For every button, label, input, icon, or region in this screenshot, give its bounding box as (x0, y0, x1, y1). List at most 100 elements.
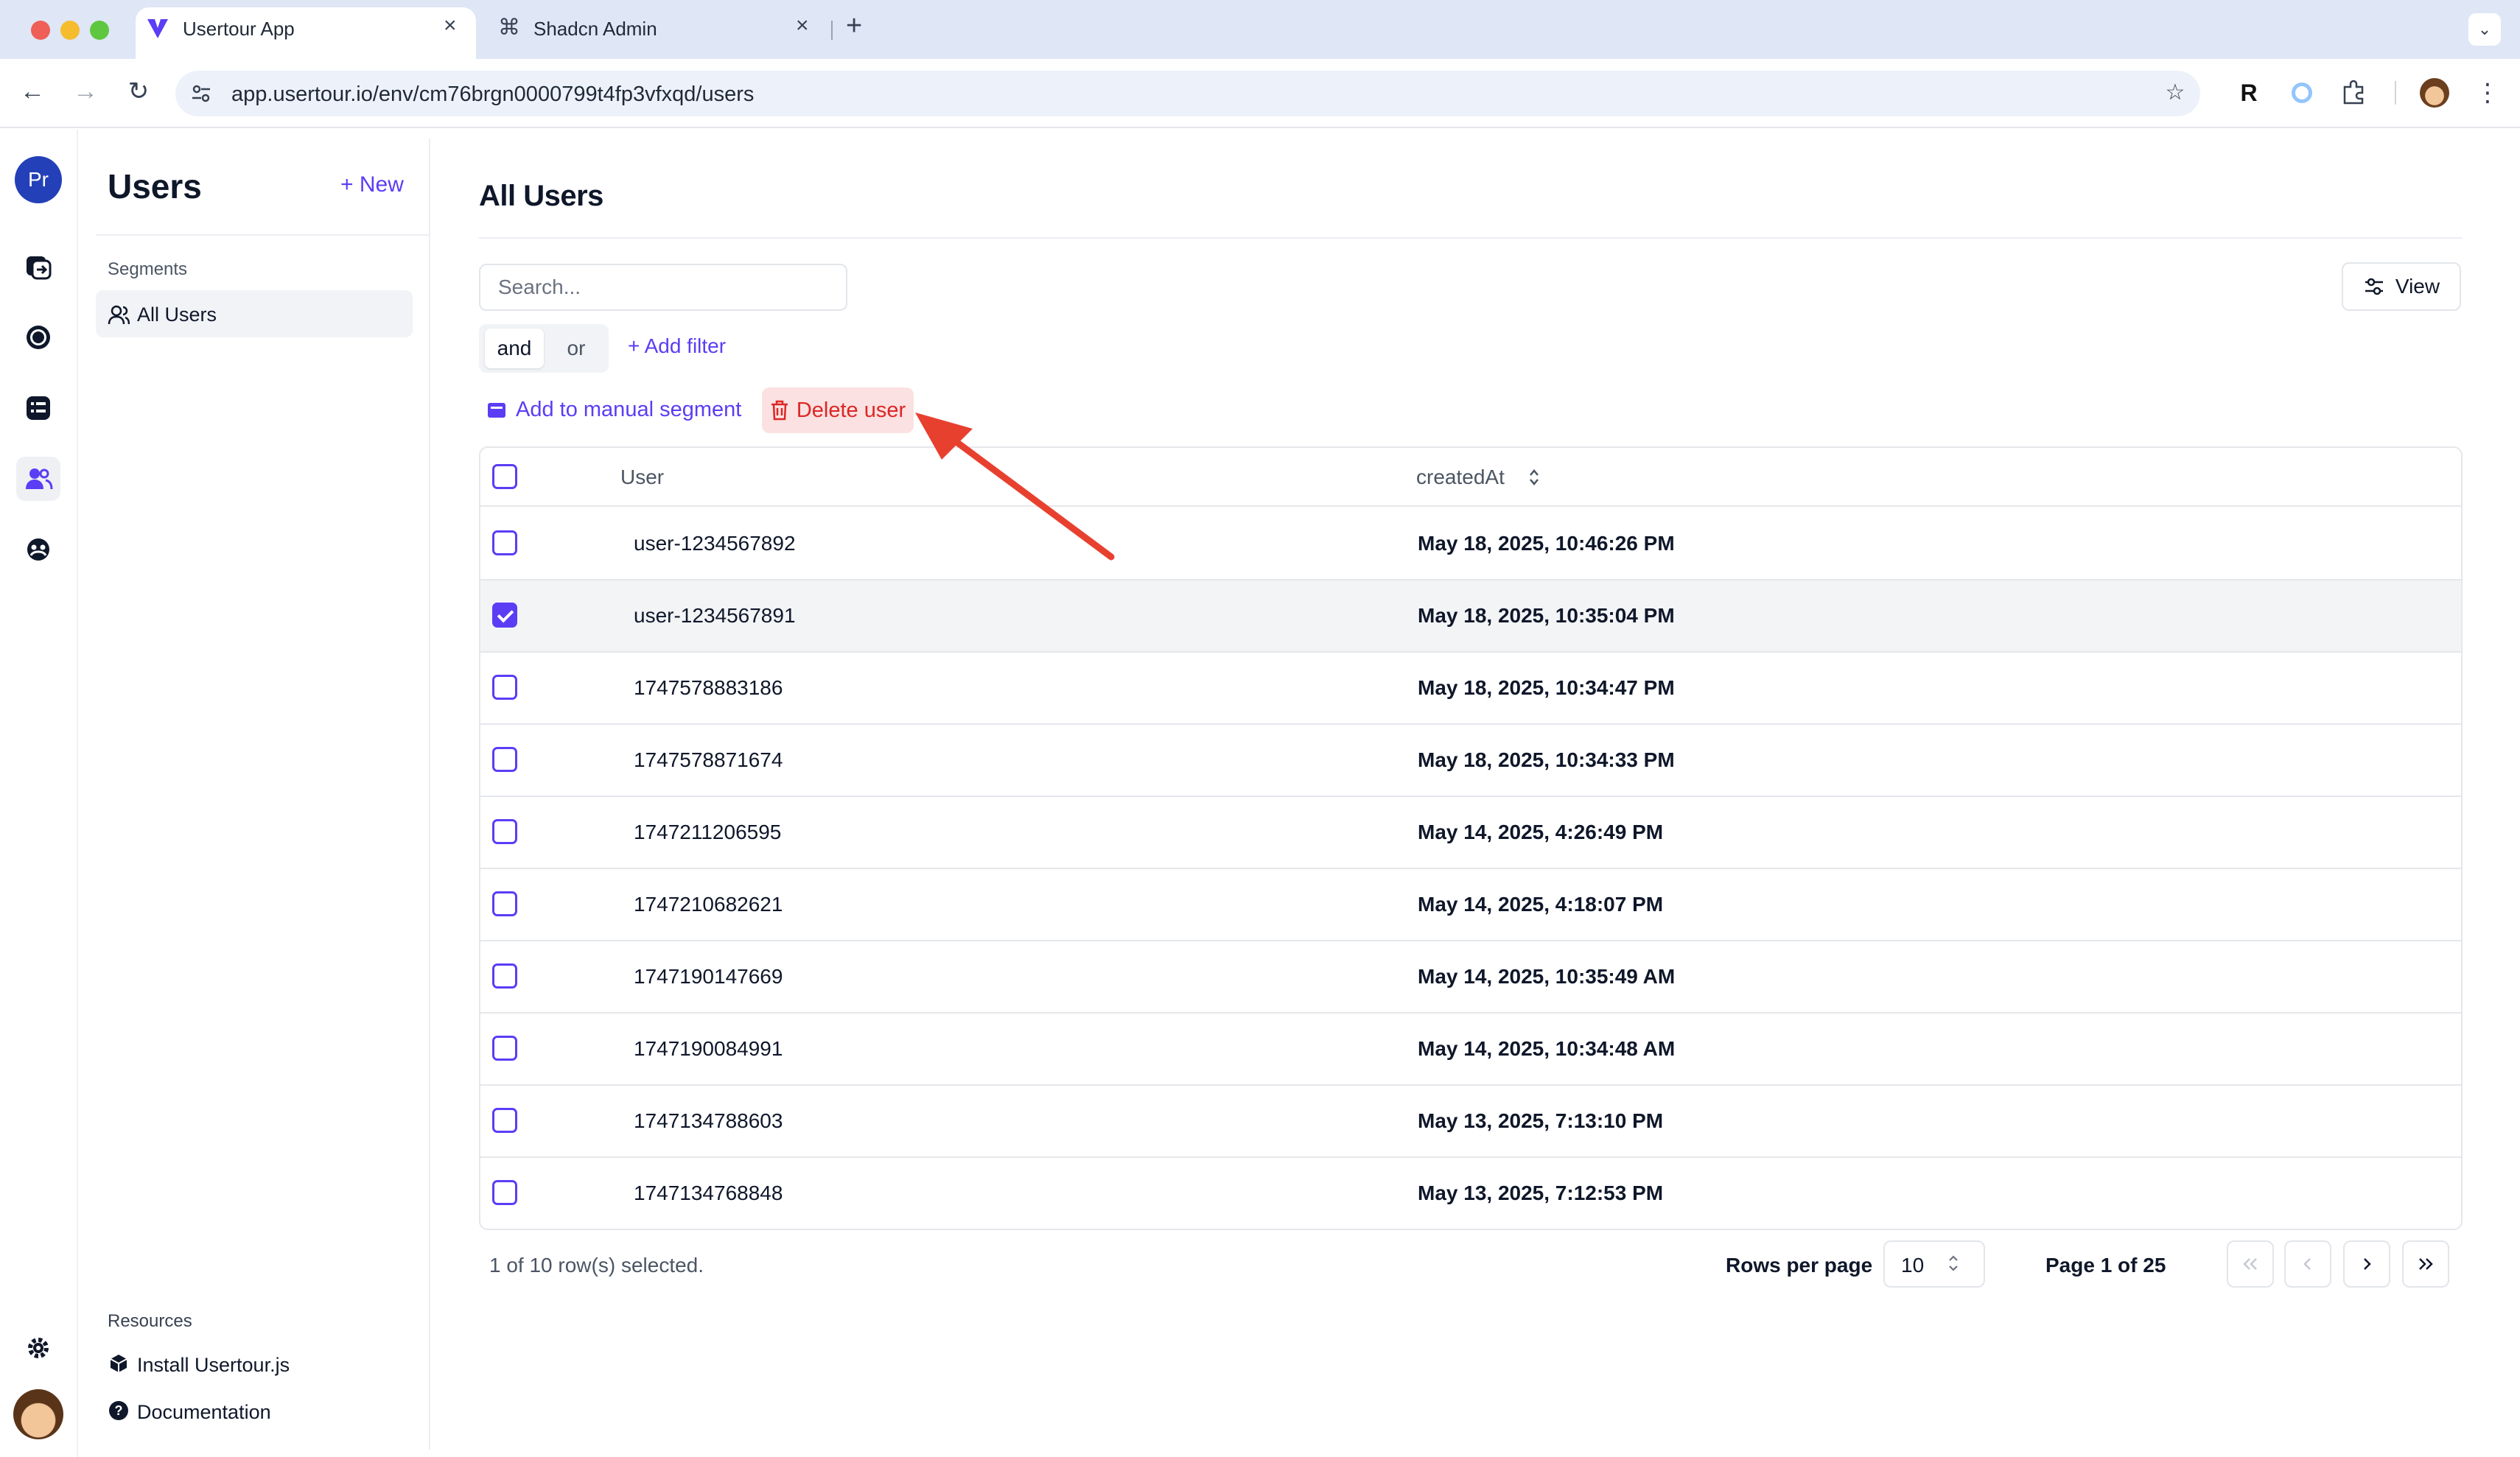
resources-heading: Resources (108, 1311, 192, 1331)
checklist-icon (27, 396, 50, 420)
rail-checklists-button[interactable] (16, 386, 60, 430)
table-row[interactable]: 1747210682621 May 14, 2025, 4:18:07 PM (480, 869, 2461, 941)
cell-user-id[interactable]: 1747210682621 (634, 893, 783, 916)
table-row[interactable]: user-1234567892 May 18, 2025, 10:46:26 PM (480, 508, 2461, 580)
cell-created-at: May 14, 2025, 4:26:49 PM (1418, 821, 1664, 843)
extensions-puzzle-icon[interactable] (2340, 80, 2367, 106)
row-select-checkbox[interactable] (492, 1108, 517, 1133)
cell-user-id[interactable]: 1747134788603 (634, 1109, 783, 1133)
extension-r-icon[interactable]: R (2233, 77, 2265, 109)
last-page-button[interactable] (2402, 1240, 2449, 1288)
row-select-checkbox[interactable] (492, 891, 517, 916)
select-all-checkbox[interactable] (492, 464, 517, 489)
address-url[interactable]: app.usertour.io/env/cm76brgn0000799t4fp3… (231, 82, 754, 107)
cell-created-at: May 18, 2025, 10:34:33 PM (1418, 748, 1675, 771)
row-select-checkbox[interactable] (492, 675, 517, 700)
cell-created-at: May 14, 2025, 10:35:49 AM (1418, 965, 1676, 988)
site-settings-icon[interactable] (190, 82, 212, 105)
chevrons-left-icon (2243, 1258, 2257, 1270)
browser-menu-icon[interactable]: ⋮ (2471, 77, 2504, 109)
row-select-checkbox[interactable] (492, 530, 517, 555)
gear-icon (28, 1338, 49, 1358)
tab-separator (831, 21, 833, 40)
chevron-updown-icon (1949, 1255, 1958, 1271)
forward-arrow-icon[interactable]: → (69, 75, 102, 108)
reload-icon[interactable]: ↻ (122, 75, 155, 108)
row-select-checkbox[interactable] (492, 1180, 517, 1205)
table-row[interactable]: 1747578871674 May 18, 2025, 10:34:33 PM (480, 725, 2461, 797)
package-icon (110, 1355, 127, 1372)
sort-updown-icon[interactable] (1527, 467, 1541, 488)
selection-count: 1 of 10 row(s) selected. (489, 1254, 704, 1277)
logic-or-button[interactable]: or (554, 329, 598, 368)
extension-circle-icon[interactable] (2286, 77, 2318, 109)
window-close-dot[interactable] (31, 21, 50, 40)
project-avatar[interactable]: Pr (15, 156, 62, 203)
cell-user-id[interactable]: 1747578871674 (634, 748, 783, 772)
install-usertour-link[interactable]: Install Usertour.js (137, 1354, 290, 1377)
table-row[interactable]: user-1234567891 May 18, 2025, 10:35:04 PM (480, 580, 2461, 653)
cell-user-id[interactable]: 1747578883186 (634, 676, 783, 700)
search-input[interactable] (479, 264, 847, 311)
rail-users-button[interactable] (16, 457, 60, 501)
add-to-manual-segment-label: Add to manual segment (516, 398, 742, 421)
row-select-checkbox[interactable] (492, 1036, 517, 1061)
profile-avatar[interactable] (2420, 78, 2449, 108)
cell-user-id[interactable]: 1747211206595 (634, 821, 781, 844)
cell-created-at: May 18, 2025, 10:34:47 PM (1418, 676, 1675, 699)
logic-and-button[interactable]: and (485, 329, 544, 368)
row-select-checkbox[interactable] (492, 963, 517, 989)
user-avatar[interactable] (13, 1389, 63, 1439)
cell-user-id[interactable]: 1747190084991 (634, 1037, 783, 1061)
delete-user-button[interactable]: Delete user (762, 387, 914, 433)
rail-launchers-button[interactable] (16, 315, 60, 359)
next-page-button[interactable] (2343, 1240, 2390, 1288)
cell-user-id[interactable]: user-1234567891 (634, 604, 796, 628)
documentation-link[interactable]: Documentation (137, 1401, 271, 1424)
cell-created-at: May 14, 2025, 10:34:48 AM (1418, 1037, 1676, 1060)
users-table: User createdAt user-1234567892 May 18, 20… (479, 446, 2463, 1230)
rail-settings-button[interactable] (16, 1326, 60, 1370)
column-header-createdat[interactable]: createdAt (1416, 466, 1505, 489)
add-filter-button[interactable]: + Add filter (628, 334, 726, 358)
bookmark-star-icon[interactable]: ☆ (2159, 77, 2191, 109)
table-row[interactable]: 1747211206595 May 14, 2025, 4:26:49 PM (480, 797, 2461, 869)
window-minimize-dot[interactable] (60, 21, 80, 40)
cell-created-at: May 18, 2025, 10:46:26 PM (1418, 532, 1675, 555)
cell-created-at: May 13, 2025, 7:12:53 PM (1418, 1182, 1664, 1204)
view-button-label: View (2395, 275, 2440, 298)
row-select-checkbox[interactable] (492, 819, 517, 844)
previous-page-button[interactable] (2284, 1240, 2331, 1288)
window-maximize-dot[interactable] (90, 21, 109, 40)
cell-user-id[interactable]: user-1234567892 (634, 532, 796, 555)
tab-close-icon[interactable]: × (796, 13, 809, 38)
tab-close-icon[interactable]: × (444, 13, 457, 38)
trash-icon (771, 400, 788, 421)
row-select-checkbox[interactable] (492, 603, 517, 628)
help-circle-icon: ? (109, 1401, 128, 1420)
rows-per-page-select[interactable] (1883, 1240, 1985, 1288)
table-row[interactable]: 1747134788603 May 13, 2025, 7:13:10 PM (480, 1086, 2461, 1158)
view-options-button[interactable]: View (2342, 262, 2461, 311)
cell-created-at: May 18, 2025, 10:35:04 PM (1418, 604, 1675, 627)
table-row[interactable]: 1747134768848 May 13, 2025, 7:12:53 PM (480, 1158, 2461, 1229)
toolbar-separator (2395, 81, 2396, 105)
table-row[interactable]: 1747190084991 May 14, 2025, 10:34:48 AM (480, 1014, 2461, 1086)
new-segment-button[interactable]: + New (340, 172, 404, 197)
row-select-checkbox[interactable] (492, 747, 517, 772)
tab-search-chevron-icon[interactable]: ⌄ (2468, 13, 2501, 46)
table-row[interactable]: 1747190147669 May 14, 2025, 10:35:49 AM (480, 941, 2461, 1014)
add-to-manual-segment-button[interactable]: Add to manual segment (486, 398, 741, 422)
cell-user-id[interactable]: 1747190147669 (634, 965, 783, 989)
rail-companies-button[interactable] (16, 527, 60, 572)
page-title: All Users (479, 180, 603, 212)
table-row[interactable]: 1747578883186 May 18, 2025, 10:34:47 PM (480, 653, 2461, 725)
back-arrow-icon[interactable]: ← (16, 75, 49, 108)
user-outline-icon (108, 305, 130, 325)
new-tab-icon[interactable]: + (846, 10, 862, 42)
first-page-button[interactable] (2227, 1240, 2274, 1288)
rail-flows-button[interactable] (16, 245, 60, 289)
cell-user-id[interactable]: 1747134768848 (634, 1182, 783, 1205)
target-icon (27, 326, 50, 349)
tab-title-usertour: Usertour App (183, 18, 295, 40)
